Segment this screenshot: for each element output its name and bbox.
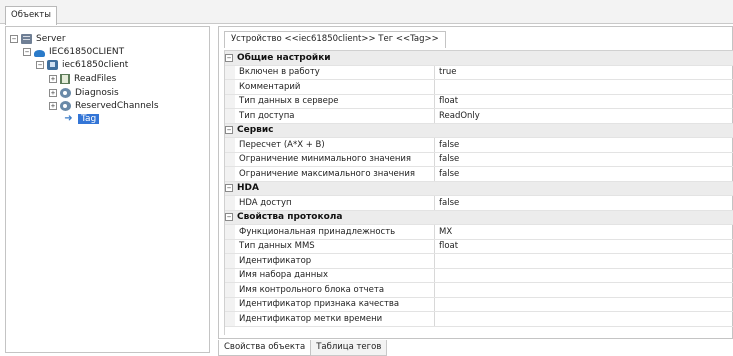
expand-icon[interactable]: + <box>49 88 57 97</box>
property-row[interactable]: Имя набора данных <box>225 268 733 283</box>
client-icon <box>34 49 45 57</box>
property-row[interactable]: Идентификатор признака качества <box>225 297 733 312</box>
expand-icon[interactable]: + <box>49 101 57 110</box>
tab-objects[interactable]: Объекты <box>5 6 57 25</box>
object-tree: − Server − IEC61850CLIENT − iec61850clie… <box>5 26 210 353</box>
collapse-icon[interactable]: − <box>23 47 31 56</box>
gear-icon <box>60 87 71 98</box>
property-row[interactable]: Пересчет (A*X + B) false <box>225 138 733 153</box>
collapse-icon[interactable]: − <box>225 126 233 135</box>
device-icon <box>47 59 58 70</box>
property-row[interactable]: Имя контрольного блока отчета <box>225 283 733 298</box>
category-general[interactable]: − Общие настройки <box>225 51 733 66</box>
collapse-icon[interactable]: − <box>10 34 18 43</box>
property-row[interactable]: Идентификатор метки времени <box>225 312 733 327</box>
property-row[interactable]: Тип данных в сервере float <box>225 94 733 109</box>
property-row[interactable]: Комментарий <box>225 80 733 95</box>
tab-tag-table[interactable]: Таблица тегов <box>311 340 388 356</box>
category-protocol[interactable]: − Свойства протокола <box>225 210 733 225</box>
tree-node-readfiles[interactable]: + ReadFiles <box>49 72 116 85</box>
property-row[interactable]: Тип доступа ReadOnly <box>225 109 733 124</box>
tree-label-device: iec61850client <box>62 59 129 70</box>
tree-node-tag[interactable]: ➜ Tag <box>63 112 100 125</box>
expand-icon[interactable]: + <box>49 74 57 83</box>
category-service[interactable]: − Сервис <box>225 123 733 138</box>
tree-node-device[interactable]: − iec61850client <box>36 58 128 71</box>
property-row[interactable]: Ограничение максимального значения false <box>225 167 733 182</box>
category-hda[interactable]: − HDA <box>225 181 733 196</box>
collapse-icon[interactable]: − <box>225 184 233 193</box>
property-row[interactable]: HDA доступ false <box>225 196 733 211</box>
tree-label-readfiles: ReadFiles <box>74 73 117 84</box>
tree-label-client: IEC61850CLIENT <box>49 46 125 57</box>
folder-icon <box>60 73 70 84</box>
bottom-tab-bar: Свойства объекта Таблица тегов <box>218 340 388 356</box>
tree-node-reserved[interactable]: + ReservedChannels <box>49 99 159 112</box>
tree-node-server[interactable]: − Server <box>10 32 66 45</box>
collapse-icon[interactable]: − <box>36 60 44 69</box>
top-tab-bar: Объекты <box>0 0 733 25</box>
tree-label-server: Server <box>36 33 66 44</box>
property-row[interactable]: Функциональная принадлежность MX <box>225 225 733 240</box>
server-icon <box>21 33 32 44</box>
tree-label-diagnosis: Diagnosis <box>75 87 119 98</box>
tree-node-client[interactable]: − IEC61850CLIENT <box>23 45 124 58</box>
property-row[interactable]: Тип данных MMS float <box>225 239 733 254</box>
tree-label-tag: Tag <box>78 113 100 124</box>
collapse-icon[interactable]: − <box>225 53 233 62</box>
tree-label-reserved: ReservedChannels <box>75 100 159 111</box>
collapse-icon[interactable]: − <box>225 213 233 222</box>
property-row[interactable]: Идентификатор <box>225 254 733 269</box>
property-row[interactable]: Включен в работу true <box>225 65 733 80</box>
property-grid: − Общие настройки Включен в работу true … <box>224 50 733 335</box>
gear-icon <box>60 100 71 111</box>
tab-object-properties[interactable]: Свойства объекта <box>218 340 312 356</box>
tag-arrow-icon: ➜ <box>64 112 73 124</box>
tree-node-diagnosis[interactable]: + Diagnosis <box>49 86 119 99</box>
property-row[interactable]: Ограничение минимального значения false <box>225 152 733 167</box>
tab-device-tag[interactable]: Устройство <<iec61850client>> Тег <<Tag>… <box>224 31 446 48</box>
